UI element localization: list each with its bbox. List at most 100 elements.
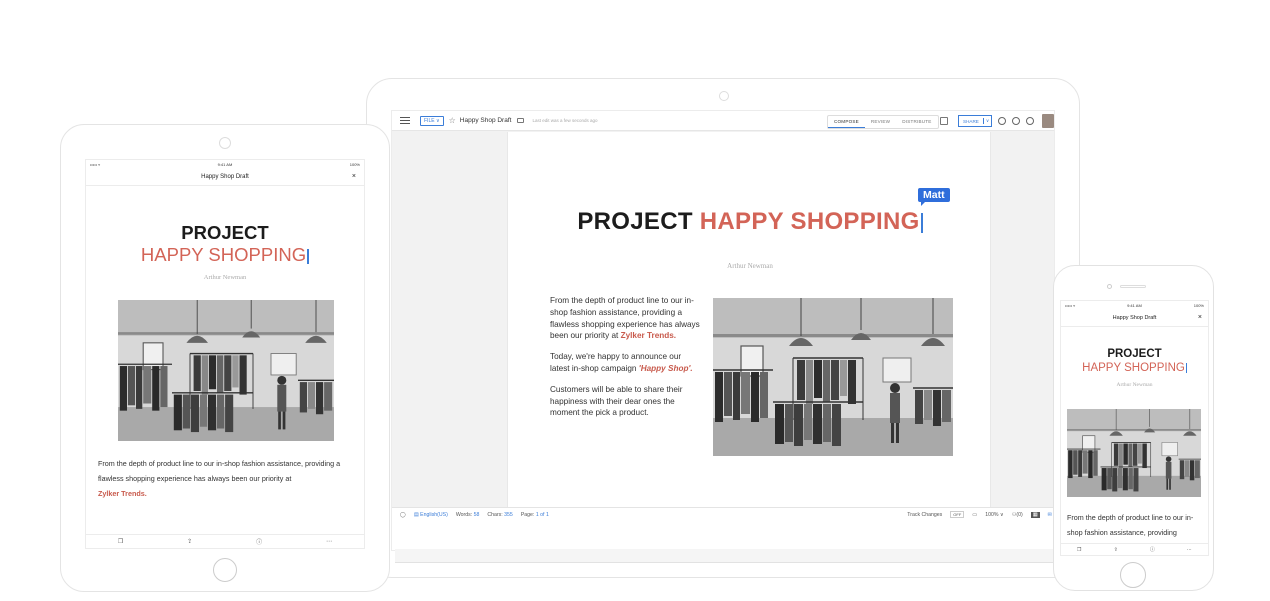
language-selector[interactable]: ▤ English(US) bbox=[414, 512, 448, 518]
body-paragraph: From the depth of product line to our in… bbox=[98, 459, 341, 483]
more-icon[interactable]: ⋯ bbox=[326, 538, 332, 545]
star-icon[interactable]: ☆ bbox=[449, 116, 456, 125]
users-count: (0) bbox=[1016, 511, 1023, 518]
gear-icon[interactable] bbox=[1026, 117, 1034, 125]
signal-icon: ••••• ▿ bbox=[90, 161, 101, 167]
status-time: 9:41 AM bbox=[217, 161, 233, 167]
paragraph-3: Customers will be able to share their ha… bbox=[550, 384, 683, 418]
chars-value: 355 bbox=[504, 511, 513, 518]
home-button[interactable] bbox=[1120, 562, 1146, 588]
screen-bottom-area bbox=[392, 521, 1054, 550]
share-button[interactable]: SHARE ∨ bbox=[958, 115, 993, 127]
home-button[interactable] bbox=[213, 558, 237, 582]
help-icon[interactable] bbox=[1012, 117, 1020, 125]
laptop-device: FILE ∨ ☆ Happy Shop Draft Last edit was … bbox=[366, 78, 1080, 578]
paragraph-1: From the depth of product line to our in… bbox=[550, 295, 700, 342]
folder-icon[interactable] bbox=[517, 118, 525, 123]
language-label: English(US) bbox=[420, 511, 448, 518]
tablet-screen: ••••• ▿ 9:41 AM 100% Happy Shop Draft × … bbox=[85, 159, 365, 549]
body-text[interactable]: From the depth of product line to our in… bbox=[1067, 510, 1207, 540]
collaborators-count[interactable]: ⚇(0) bbox=[1012, 512, 1023, 518]
bottom-toolbar: ❒ ⇪ ⓘ ⋯ bbox=[86, 534, 364, 548]
close-icon[interactable]: × bbox=[1198, 309, 1202, 327]
nav-title: Happy Shop Draft bbox=[201, 174, 249, 180]
last-edit-status: Last edit was a few seconds ago bbox=[532, 118, 598, 123]
present-icon[interactable] bbox=[940, 117, 948, 125]
page-view-icon[interactable]: ▦ bbox=[1030, 511, 1040, 518]
author-name: Arthur Newman bbox=[727, 262, 773, 270]
campaign-name: 'Happy Shop'. bbox=[638, 363, 693, 373]
store-photo[interactable] bbox=[1067, 409, 1201, 497]
page-title[interactable]: PROJECT HAPPY SHOPPING bbox=[508, 208, 992, 236]
paragraph-2: Today, we're happy to announce our lates… bbox=[550, 351, 700, 375]
camera-icon bbox=[719, 91, 729, 101]
ios-status-bar: ••••• ▿ 9:41 AM 100% bbox=[86, 160, 364, 168]
tab-compose[interactable]: COMPOSE bbox=[828, 116, 865, 128]
text-cursor bbox=[307, 248, 310, 264]
store-photo[interactable] bbox=[118, 300, 334, 441]
close-icon[interactable]: × bbox=[352, 168, 356, 186]
page-label: Page: bbox=[520, 511, 535, 518]
document-page[interactable]: Matt PROJECT HAPPY SHOPPING Arthur Newma… bbox=[507, 132, 991, 507]
chevron-down-icon[interactable]: ∨ bbox=[982, 118, 991, 124]
keyboard-icon[interactable]: ▭ bbox=[972, 512, 977, 518]
signal-icon: ••••• ▿ bbox=[1065, 302, 1076, 308]
share-label: SHARE bbox=[963, 118, 979, 124]
store-photo[interactable] bbox=[713, 298, 953, 456]
chevron-down-icon: ∨ bbox=[999, 511, 1004, 518]
status-bar: ◯ ▤ English(US) Words: 58 Chars: 355 Pag… bbox=[392, 507, 1054, 521]
status-time: 9:41 AM bbox=[1127, 302, 1142, 308]
file-menu-button[interactable]: FILE ∨ bbox=[420, 115, 444, 126]
words-label: Words: bbox=[455, 511, 473, 518]
zoom-value: 100% bbox=[985, 511, 999, 518]
body-text[interactable]: From the depth of product line to our in… bbox=[550, 295, 700, 428]
camera-icon bbox=[1107, 284, 1112, 289]
battery-status: 100% bbox=[349, 161, 360, 167]
mail-icon[interactable]: ✉ bbox=[1048, 512, 1052, 518]
ios-status-bar: ••••• ▿ 9:41 AM 100% bbox=[1061, 301, 1208, 309]
char-count: Chars: 355 bbox=[487, 512, 512, 518]
title-red: HAPPY SHOPPING bbox=[1082, 362, 1185, 374]
document-title[interactable]: Happy Shop Draft bbox=[460, 117, 512, 124]
phone-screen: ••••• ▿ 9:41 AM 100% Happy Shop Draft × … bbox=[1060, 300, 1209, 556]
brand-name: Zylker Trends. bbox=[98, 489, 147, 498]
page-indicator[interactable]: Page: 1 of 1 bbox=[521, 512, 549, 518]
words-value: 58 bbox=[473, 511, 480, 518]
title-black: PROJECT bbox=[577, 208, 693, 235]
track-changes-toggle[interactable]: OFF bbox=[950, 511, 965, 518]
nav-bar: Happy Shop Draft × bbox=[1061, 309, 1208, 327]
comment-icon[interactable]: ◯ bbox=[400, 512, 406, 518]
share-icon[interactable]: ⇪ bbox=[187, 538, 192, 545]
menu-icon[interactable] bbox=[400, 117, 410, 124]
info-icon[interactable]: ⓘ bbox=[1150, 546, 1155, 553]
tab-review[interactable]: REVIEW bbox=[865, 116, 896, 128]
word-count: Words: 58 bbox=[456, 512, 480, 518]
speaker-grille bbox=[1120, 285, 1146, 288]
avatar[interactable] bbox=[1042, 114, 1054, 128]
text-cursor bbox=[1185, 362, 1187, 373]
track-changes-label: Track Changes bbox=[907, 511, 943, 518]
comments-icon[interactable]: ❒ bbox=[1077, 547, 1081, 553]
tab-distribute[interactable]: DISTRIBUTE bbox=[896, 116, 937, 128]
nav-bar: Happy Shop Draft × bbox=[86, 168, 364, 186]
body-text[interactable]: From the depth of product line to our in… bbox=[98, 456, 358, 501]
title-red: HAPPY SHOPPING bbox=[699, 208, 920, 235]
search-icon[interactable] bbox=[998, 117, 1006, 125]
comments-icon[interactable]: ❒ bbox=[118, 538, 123, 545]
text-cursor bbox=[920, 212, 923, 233]
zoom-select[interactable]: 100% ∨ bbox=[985, 512, 1004, 518]
mode-tabs: COMPOSE REVIEW DISTRIBUTE bbox=[827, 115, 939, 129]
share-icon[interactable]: ⇪ bbox=[1114, 547, 1118, 553]
more-icon[interactable]: ⋯ bbox=[1187, 547, 1192, 553]
laptop-screen: FILE ∨ ☆ Happy Shop Draft Last edit was … bbox=[391, 110, 1055, 551]
chars-label: Chars: bbox=[487, 511, 503, 518]
camera-icon bbox=[219, 137, 231, 149]
battery-status: 100% bbox=[1193, 302, 1204, 308]
author-name: Arthur Newman bbox=[203, 274, 247, 281]
page-total: of 1 bbox=[540, 511, 549, 518]
editor-toolbar: FILE ∨ ☆ Happy Shop Draft Last edit was … bbox=[392, 111, 1054, 131]
brand-name: Zylker Trends. bbox=[620, 331, 677, 341]
title-red: HAPPY SHOPPING bbox=[140, 244, 307, 265]
info-icon[interactable]: ⓘ bbox=[256, 537, 262, 546]
phone-device: ••••• ▿ 9:41 AM 100% Happy Shop Draft × … bbox=[1053, 265, 1214, 591]
